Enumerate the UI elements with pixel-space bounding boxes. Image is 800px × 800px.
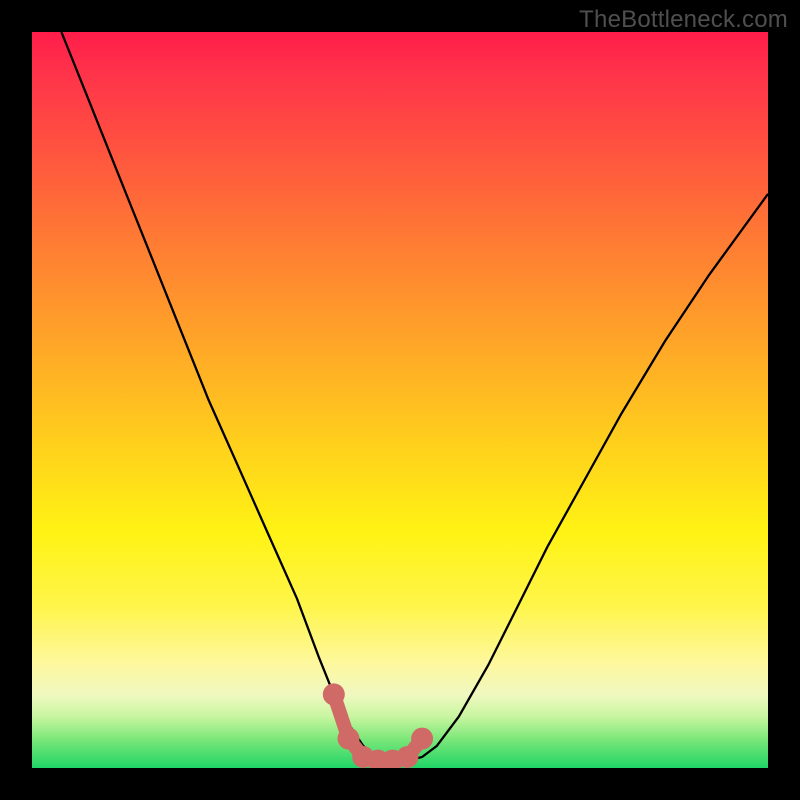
chart-svg [32,32,768,768]
plot-area [32,32,768,768]
chart-frame: TheBottleneck.com [0,0,800,800]
recommended-range-markers [323,683,433,768]
watermark-text: TheBottleneck.com [579,6,788,34]
bottleneck-curve [61,32,768,761]
